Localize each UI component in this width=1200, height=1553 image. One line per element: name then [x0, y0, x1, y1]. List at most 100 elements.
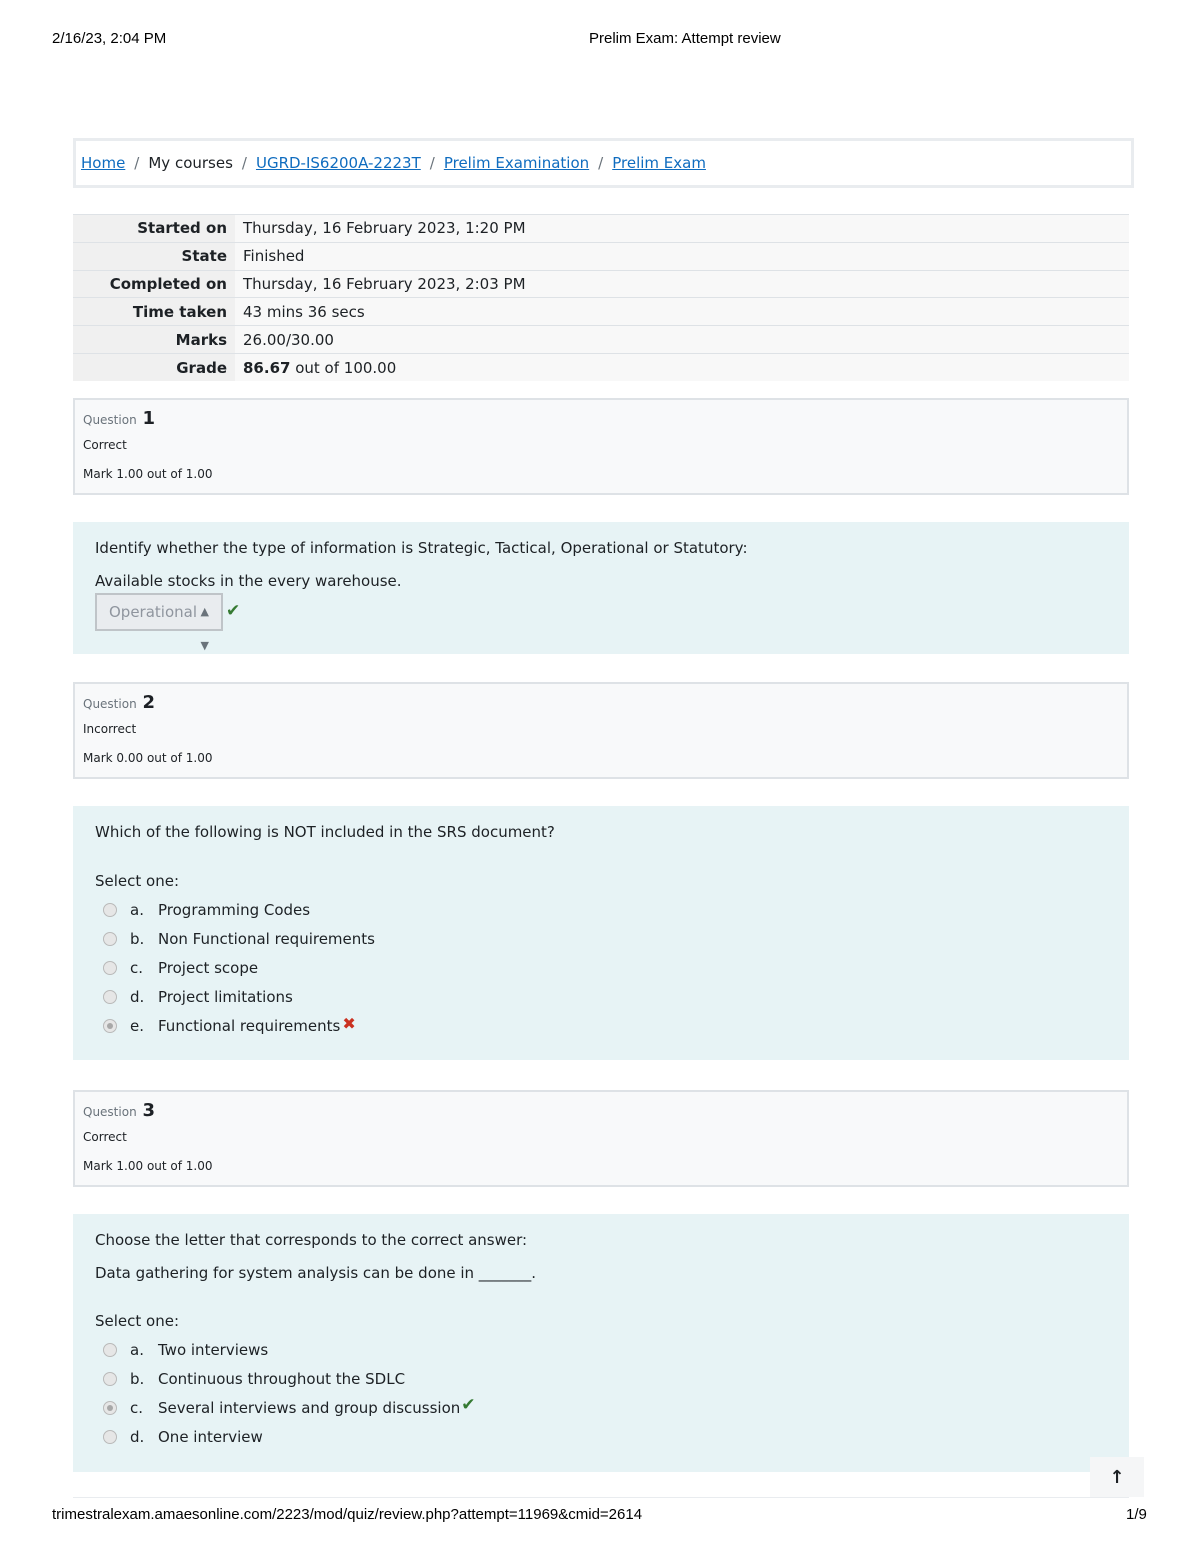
print-title: Prelim Exam: Attempt review: [589, 30, 781, 47]
option-text: Project limitations: [158, 988, 293, 1006]
question-text: Identify whether the type of information…: [95, 539, 748, 557]
breadcrumb-section[interactable]: Prelim Examination: [444, 154, 589, 172]
question-state: Incorrect: [83, 722, 137, 736]
radio-button[interactable]: [103, 903, 117, 917]
breadcrumb-course[interactable]: UGRD-IS6200A-2223T: [256, 154, 421, 172]
option-text: Project scope: [158, 959, 259, 977]
select-one-label: Select one:: [95, 872, 180, 890]
select-one-label: Select one:: [95, 1312, 180, 1330]
arrow-up-icon: ↑: [1109, 1466, 1125, 1488]
summary-row-grade: Grade 86.67 out of 100.00: [73, 353, 1129, 382]
radio-button[interactable]: [103, 961, 117, 975]
summary-label: Completed on: [73, 270, 235, 298]
summary-label: Started on: [73, 214, 235, 243]
radio-button[interactable]: [103, 990, 117, 1004]
question-label: Question: [83, 413, 137, 427]
option-letter: a.: [130, 901, 144, 919]
question-mark: Mark 0.00 out of 1.00: [83, 751, 213, 765]
answer-select[interactable]: Operational ▲ ▼: [95, 593, 223, 652]
question-content-1: Identify whether the type of information…: [73, 522, 1129, 654]
answer-option-c[interactable]: c. Several interviews and group discussio…: [103, 1395, 476, 1419]
breadcrumb-separator: /: [134, 154, 140, 172]
question-state: Correct: [83, 1130, 127, 1144]
print-url: trimestralexam.amaesonline.com/2223/mod/…: [52, 1506, 643, 1523]
question-number: Question 3: [83, 1100, 155, 1121]
correct-check-icon: ✔: [461, 1395, 476, 1415]
question-number-value: 2: [142, 692, 156, 713]
breadcrumb-quiz[interactable]: Prelim Exam: [612, 154, 706, 172]
summary-row-started: Started on Thursday, 16 February 2023, 1:…: [73, 214, 1129, 243]
option-letter: c.: [130, 959, 144, 977]
breadcrumb: Home / My courses / UGRD-IS6200A-2223T /…: [73, 138, 1134, 188]
summary-value: Thursday, 16 February 2023, 1:20 PM: [235, 214, 1129, 243]
divider: [73, 1497, 1129, 1498]
question-label: Question: [83, 697, 137, 711]
option-text: Non Functional requirements: [158, 930, 375, 948]
question-number-value: 3: [142, 1100, 156, 1121]
back-to-top-button[interactable]: ↑: [1090, 1457, 1144, 1497]
option-letter: c.: [130, 1399, 144, 1417]
summary-value: Finished: [235, 242, 1129, 271]
question-info-1: Question 1 Correct Mark 1.00 out of 1.00: [73, 398, 1129, 495]
summary-label: State: [73, 242, 235, 271]
summary-value: 26.00/30.00: [235, 325, 1129, 354]
option-letter: e.: [130, 1017, 144, 1035]
radio-button-checked[interactable]: [103, 1401, 117, 1415]
attempt-summary-table: Started on Thursday, 16 February 2023, 1:…: [73, 214, 1129, 382]
radio-button[interactable]: [103, 932, 117, 946]
breadcrumb-home[interactable]: Home: [81, 154, 125, 172]
summary-label: Marks: [73, 325, 235, 354]
answer-option-c[interactable]: c. Project scope: [103, 957, 258, 979]
summary-row-completed: Completed on Thursday, 16 February 2023, …: [73, 270, 1129, 298]
breadcrumb-separator: /: [429, 154, 435, 172]
answer-option-d[interactable]: d. One interview: [103, 1426, 263, 1448]
question-info-3: Question 3 Correct Mark 1.00 out of 1.00: [73, 1090, 1129, 1187]
summary-row-marks: Marks 26.00/30.00: [73, 325, 1129, 354]
option-text: Two interviews: [158, 1341, 269, 1359]
option-letter: b.: [130, 930, 145, 948]
question-content-2: Which of the following is NOT included i…: [73, 806, 1129, 1060]
incorrect-cross-icon: ✖: [342, 1013, 356, 1033]
answer-select-value: Operational: [109, 603, 198, 621]
question-mark: Mark 1.00 out of 1.00: [83, 467, 213, 481]
question-subtext: Available stocks in the every warehouse.: [95, 572, 402, 590]
option-text: Programming Codes: [158, 901, 311, 919]
question-number: Question 1: [83, 408, 155, 429]
question-mark: Mark 1.00 out of 1.00: [83, 1159, 213, 1173]
option-text: One interview: [158, 1428, 263, 1446]
radio-button[interactable]: [103, 1430, 117, 1444]
answer-option-e[interactable]: e. Functional requirements ✖: [103, 1013, 356, 1037]
option-letter: a.: [130, 1341, 144, 1359]
question-text: Choose the letter that corresponds to th…: [95, 1231, 528, 1249]
question-number-value: 1: [142, 408, 156, 429]
answer-option-b[interactable]: b. Continuous throughout the SDLC: [103, 1368, 405, 1390]
summary-row-state: State Finished: [73, 242, 1129, 271]
answer-option-b[interactable]: b. Non Functional requirements: [103, 928, 375, 950]
question-number: Question 2: [83, 692, 155, 713]
print-datetime: 2/16/23, 2:04 PM: [52, 30, 167, 47]
option-text: Functional requirements: [158, 1017, 341, 1035]
radio-button[interactable]: [103, 1372, 117, 1386]
option-letter: d.: [130, 988, 145, 1006]
question-state: Correct: [83, 438, 127, 452]
answer-option-a[interactable]: a. Programming Codes: [103, 899, 310, 921]
correct-check-icon: ✔: [226, 601, 241, 621]
option-text: Several interviews and group discussion: [158, 1399, 461, 1417]
breadcrumb-separator: /: [241, 154, 247, 172]
option-text: Continuous throughout the SDLC: [158, 1370, 406, 1388]
question-label: Question: [83, 1105, 137, 1119]
grade-out-of: out of 100.00: [290, 358, 397, 377]
answer-option-d[interactable]: d. Project limitations: [103, 986, 293, 1008]
breadcrumb-separator: /: [598, 154, 604, 172]
radio-button-checked[interactable]: [103, 1019, 117, 1033]
breadcrumb-my-courses: My courses: [148, 154, 233, 172]
answer-option-a[interactable]: a. Two interviews: [103, 1339, 268, 1361]
summary-label: Grade: [73, 353, 235, 382]
summary-label: Time taken: [73, 297, 235, 326]
select-arrows-icon: ▲ ▼: [200, 605, 209, 652]
question-text: Which of the following is NOT included i…: [95, 823, 555, 841]
question-info-2: Question 2 Incorrect Mark 0.00 out of 1.…: [73, 682, 1129, 779]
summary-value: 43 mins 36 secs: [235, 297, 1129, 326]
radio-button[interactable]: [103, 1343, 117, 1357]
option-letter: b.: [130, 1370, 145, 1388]
